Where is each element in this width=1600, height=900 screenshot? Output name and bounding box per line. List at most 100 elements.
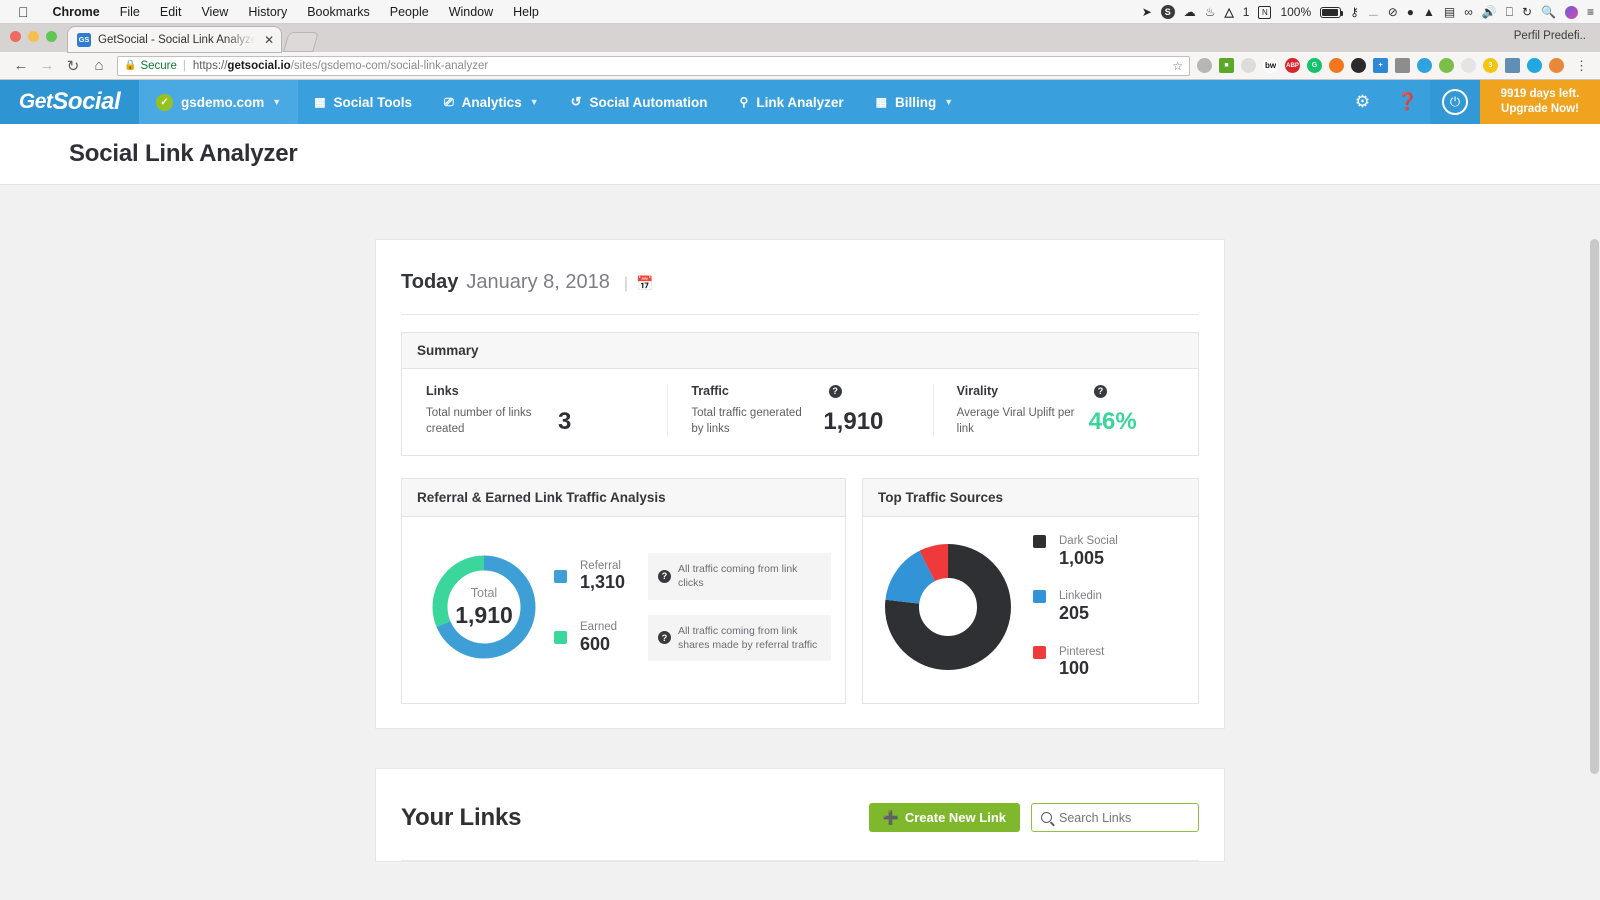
forward-arrow-icon[interactable]: → xyxy=(34,57,60,74)
menu-file[interactable]: File xyxy=(110,5,150,19)
getsocial-logo[interactable]: GetSocial xyxy=(0,80,139,124)
legend-text-referral: Referral 1,310 xyxy=(580,560,648,593)
extension-pen-icon[interactable] xyxy=(1461,58,1476,73)
page-header: Social Link Analyzer xyxy=(0,124,1600,185)
time-machine-icon[interactable]: ↻ xyxy=(1522,5,1532,19)
top-traffic-sources-donut xyxy=(885,544,1011,670)
extension-evernote-web-clipper-icon[interactable]: ■ xyxy=(1219,58,1234,73)
notification-center-icon[interactable]: ≡ xyxy=(1587,5,1594,19)
skitch-icon[interactable]: S xyxy=(1161,5,1175,19)
close-tab-button[interactable]: ✕ xyxy=(264,33,274,47)
reload-icon[interactable]: ↻ xyxy=(60,57,86,75)
extension-pale-icon[interactable] xyxy=(1241,58,1256,73)
star-icon[interactable]: ☆ xyxy=(1172,59,1183,73)
menu-bookmarks[interactable]: Bookmarks xyxy=(297,5,380,19)
nav-link-analyzer[interactable]: ⚲ Link Analyzer xyxy=(724,80,860,124)
legend-text-dark-social: Dark Social 1,005 xyxy=(1059,535,1118,568)
nav-social-automation[interactable]: ↺ Social Automation xyxy=(555,80,724,124)
location-arrow-icon[interactable]: ➤ xyxy=(1142,5,1152,19)
help-icon[interactable]: ? xyxy=(658,570,671,583)
airplay-icon[interactable]: ⎕ xyxy=(1506,5,1513,20)
window-traffic-lights xyxy=(10,24,68,52)
evernote-icon[interactable]: ♨ xyxy=(1205,5,1216,19)
legend-value-referral: 1,310 xyxy=(580,572,648,593)
drive-icon[interactable]: ▲ xyxy=(1423,5,1435,19)
wifi-icon[interactable]: ⚷ xyxy=(1350,5,1359,19)
search-links-box[interactable] xyxy=(1031,803,1199,832)
menu-view[interactable]: View xyxy=(191,5,238,19)
do-not-disturb-icon[interactable]: ⊘ xyxy=(1388,5,1398,19)
adobe-icon[interactable]: △ xyxy=(1225,5,1234,19)
new-tab-button[interactable] xyxy=(283,32,319,52)
extension-moon-icon[interactable] xyxy=(1527,58,1542,73)
vertical-scrollbar[interactable] xyxy=(1590,239,1599,774)
help-icon[interactable]: ? xyxy=(658,631,671,644)
onenote-icon[interactable]: N xyxy=(1258,6,1271,19)
hippo-icon[interactable]: ● xyxy=(1407,5,1414,19)
chrome-tab-strip: GS GetSocial - Social Link Analyze ✕ Per… xyxy=(0,24,1600,52)
site-selector-label: gsdemo.com xyxy=(181,95,264,110)
summary-heading: Summary xyxy=(402,333,1198,369)
truck-icon[interactable]: ▤ xyxy=(1444,5,1455,19)
dropbox-icon[interactable]: ☁ xyxy=(1184,5,1196,19)
extension-rainbow-icon[interactable] xyxy=(1439,58,1454,73)
power-button[interactable]: ⏻ xyxy=(1430,80,1480,124)
extension-bulb-icon[interactable]: 3 xyxy=(1483,58,1498,73)
menu-history[interactable]: History xyxy=(238,5,297,19)
nav-billing[interactable]: ▦ Billing ▼ xyxy=(860,80,970,124)
nav-analytics[interactable]: ⎚ Analytics ▼ xyxy=(428,80,555,124)
apple-logo-icon[interactable]:  xyxy=(0,5,43,19)
metric-virality-value: 46% xyxy=(1089,408,1137,436)
donut-center-value: 1,910 xyxy=(455,604,513,627)
upgrade-banner[interactable]: 9919 days left. Upgrade Now! xyxy=(1480,80,1600,124)
secure-label: Secure xyxy=(140,60,176,72)
minimize-window-button[interactable] xyxy=(28,31,39,42)
browser-tab[interactable]: GS GetSocial - Social Link Analyze ✕ xyxy=(68,27,281,52)
extension-colorzilla-icon[interactable] xyxy=(1351,58,1366,73)
gear-icon[interactable]: ⚙ xyxy=(1340,80,1385,124)
extension-moz-icon[interactable] xyxy=(1329,58,1344,73)
extension-robot-icon[interactable] xyxy=(1395,58,1410,73)
zoom-window-button[interactable] xyxy=(46,31,57,42)
extension-block-icon[interactable] xyxy=(1549,58,1564,73)
extension-grammarly-icon[interactable]: G xyxy=(1307,58,1322,73)
extension-add-icon[interactable]: + xyxy=(1373,58,1388,73)
bluetooth-icon[interactable]: ⚊ xyxy=(1368,5,1379,19)
home-icon[interactable]: ⌂ xyxy=(86,57,112,74)
glasses-icon[interactable]: ∞ xyxy=(1464,5,1473,19)
close-window-button[interactable] xyxy=(10,31,21,42)
extension-bw-icon[interactable]: bw xyxy=(1263,58,1278,73)
address-bar[interactable]: 🔒 Secure | https:// getsocial.io /sites/… xyxy=(117,56,1190,76)
question-circle-icon[interactable]: ❓ xyxy=(1385,80,1430,124)
chrome-profile-label[interactable]: Perfil Predefi.. xyxy=(1514,30,1586,42)
calendar-icon[interactable]: 📅 xyxy=(636,275,653,292)
search-links-input[interactable] xyxy=(1059,811,1189,825)
today-label: Today xyxy=(401,271,458,294)
extension-window-icon[interactable] xyxy=(1505,58,1520,73)
extension-sync-icon[interactable] xyxy=(1417,58,1432,73)
today-header: Today January 8, 2018 | 📅 xyxy=(401,271,1199,294)
menu-chrome[interactable]: Chrome xyxy=(43,5,110,19)
getsocial-favicon-icon: GS xyxy=(77,33,91,47)
your-links-actions: ➕ Create New Link xyxy=(869,803,1199,832)
battery-icon[interactable] xyxy=(1320,7,1341,18)
legend-swatch-dark-social xyxy=(1033,535,1046,548)
create-new-link-button[interactable]: ➕ Create New Link xyxy=(869,803,1020,832)
back-arrow-icon[interactable]: ← xyxy=(8,57,34,74)
top-traffic-sources-body: Dark Social 1,005 Linkedin 205 xyxy=(863,517,1198,703)
extension-grey-icon[interactable] xyxy=(1197,58,1212,73)
volume-icon[interactable]: 🔊 xyxy=(1482,5,1497,19)
kebab-menu-icon[interactable]: ⋮ xyxy=(1571,58,1588,74)
nav-social-tools[interactable]: ▦ Social Tools xyxy=(298,80,428,124)
help-icon[interactable]: ? xyxy=(1094,385,1107,398)
menu-people[interactable]: People xyxy=(380,5,439,19)
siri-icon[interactable] xyxy=(1565,6,1578,19)
spotlight-search-icon[interactable]: 🔍 xyxy=(1541,5,1556,19)
menu-edit[interactable]: Edit xyxy=(150,5,192,19)
extension-adblock-plus-icon[interactable]: ABP xyxy=(1285,58,1300,73)
menu-help[interactable]: Help xyxy=(503,5,549,19)
menu-window[interactable]: Window xyxy=(439,5,503,19)
site-selector[interactable]: ✓ gsdemo.com ▼ xyxy=(139,80,298,124)
lock-icon: 🔒 xyxy=(124,60,136,71)
help-icon[interactable]: ? xyxy=(829,385,842,398)
